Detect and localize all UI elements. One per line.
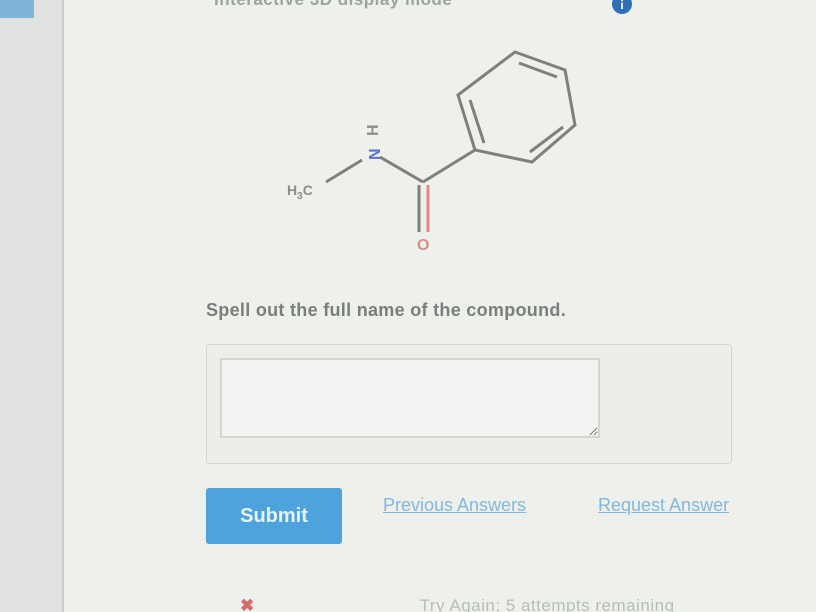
oxygen-label: O (417, 237, 429, 254)
screen: Interactive 3D display mode i H3C N H O … (0, 0, 816, 612)
feedback-text: Try Again; 5 attempts remaining (419, 596, 675, 612)
request-answer-link[interactable]: Request Answer (598, 495, 729, 516)
nitrogen-methyl-bond (325, 158, 363, 184)
previous-answers-link[interactable]: Previous Answers (383, 495, 526, 516)
answer-input[interactable] (220, 358, 600, 438)
question-prompt: Spell out the full name of the compound. (206, 300, 566, 320)
feedback-message-row: ✖ Try Again; 5 attempts remaining (240, 596, 675, 612)
molecule-structure: H3C N H O (287, 50, 577, 254)
x-mark-icon: ✖ (240, 596, 255, 612)
ring-carbonyl-bond (422, 148, 476, 184)
nitrogen-hydrogen-label: H (365, 124, 382, 136)
benzene-ring (456, 50, 577, 164)
submit-button[interactable]: Submit (206, 488, 342, 544)
methyl-label: H3C (287, 182, 313, 202)
nitrogen-label: N (367, 148, 384, 160)
carbonyl-nitrogen-bond (379, 155, 424, 184)
